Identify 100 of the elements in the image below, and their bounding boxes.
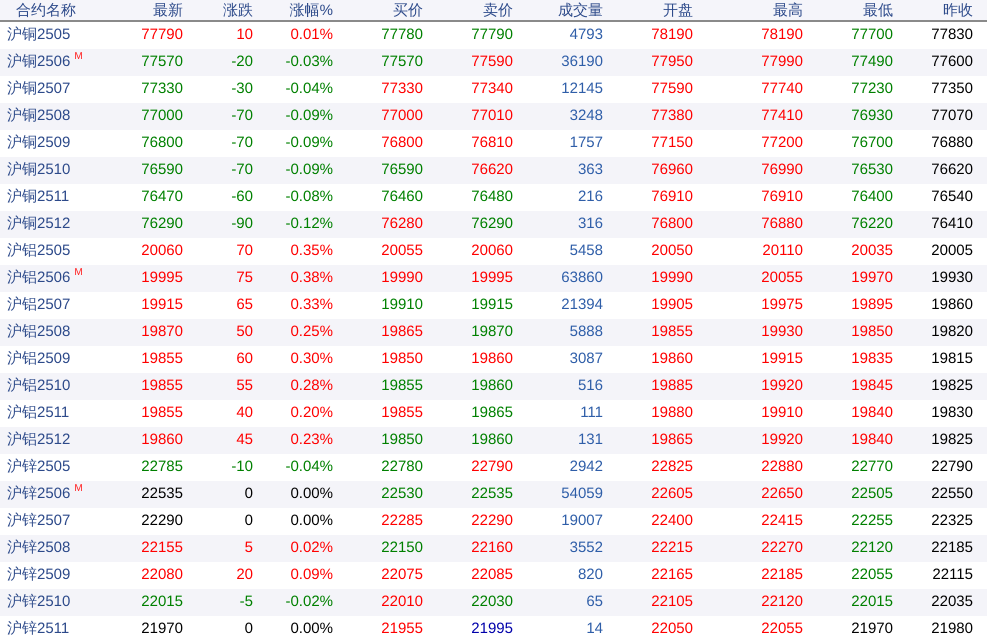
table-cell: 316 xyxy=(578,215,603,232)
contract-name: 沪铜2508 xyxy=(7,106,70,126)
table-cell: 19865 xyxy=(651,431,693,448)
table-cell: 20 xyxy=(236,566,253,584)
table-cell: 19855 xyxy=(381,404,423,422)
table-cell: 77340 xyxy=(471,80,513,98)
table-cell: 76410 xyxy=(931,215,973,232)
table-cell: 22010 xyxy=(381,593,423,610)
table-cell: 50 xyxy=(236,323,253,340)
column-header[interactable]: 最新 xyxy=(110,0,185,22)
table-cell: 22290 xyxy=(471,512,513,530)
table-cell: 21394 xyxy=(561,296,603,314)
table-cell: 0.38% xyxy=(290,269,333,286)
table-cell: 19835 xyxy=(851,350,893,368)
table-cell: 19815 xyxy=(931,350,973,368)
table-cell: 70 xyxy=(236,242,253,260)
table-cell: 77570 xyxy=(381,53,423,70)
table-cell: -0.04% xyxy=(285,458,333,476)
column-header[interactable]: 合约名称 xyxy=(0,0,110,22)
table-cell: 10 xyxy=(236,26,253,44)
table-cell: -10 xyxy=(231,458,253,476)
table-cell: 22270 xyxy=(761,539,803,556)
table-cell: 76620 xyxy=(471,161,513,178)
table-cell: 20035 xyxy=(851,242,893,260)
table-cell: 65 xyxy=(236,296,253,314)
table-cell: 19850 xyxy=(381,431,423,448)
table-cell: 63860 xyxy=(561,269,603,286)
table-cell: 76530 xyxy=(851,161,893,178)
column-header[interactable]: 成交量 xyxy=(515,0,605,22)
table-cell: 21980 xyxy=(931,620,973,638)
table-cell: 22105 xyxy=(651,593,693,610)
table-cell: 19855 xyxy=(141,377,183,394)
table-cell: 19850 xyxy=(381,350,423,368)
table-cell: 5888 xyxy=(570,323,603,340)
column-header[interactable]: 开盘 xyxy=(605,0,695,22)
table-cell: 77150 xyxy=(651,134,693,152)
table-cell: 0.09% xyxy=(290,566,333,584)
table-cell: 19830 xyxy=(931,404,973,422)
table-cell: 22160 xyxy=(471,539,513,556)
table-cell: 516 xyxy=(578,377,603,394)
table-cell: 22015 xyxy=(141,593,183,610)
table-cell: 78190 xyxy=(761,26,803,44)
table-cell: 22075 xyxy=(381,566,423,584)
table-cell: 76480 xyxy=(471,188,513,206)
table-cell: 77200 xyxy=(761,134,803,152)
column-header[interactable]: 最高 xyxy=(695,0,805,22)
table-cell: 19910 xyxy=(381,296,423,314)
table-cell: 77350 xyxy=(931,80,973,98)
table-cell: 19825 xyxy=(931,431,973,448)
table-cell: 19855 xyxy=(141,404,183,422)
table-cell: -70 xyxy=(231,107,253,124)
contract-name: 沪铝2505 xyxy=(7,241,70,262)
table-cell: 3552 xyxy=(570,539,603,556)
table-cell: 76280 xyxy=(381,215,423,232)
table-cell: -0.09% xyxy=(285,161,333,178)
table-cell: 77380 xyxy=(651,107,693,124)
table-cell: 76290 xyxy=(471,215,513,232)
table-cell: 19860 xyxy=(471,431,513,448)
table-cell: 0.20% xyxy=(290,404,333,422)
column-header[interactable]: 卖价 xyxy=(425,0,515,22)
table-cell: 131 xyxy=(578,431,603,448)
table-cell: 22150 xyxy=(381,539,423,556)
column-header[interactable]: 涨幅% xyxy=(255,0,335,22)
table-cell: 19920 xyxy=(761,431,803,448)
contract-name: 沪锌2506 xyxy=(7,484,70,504)
table-cell: 0 xyxy=(244,512,253,530)
table-cell: 76290 xyxy=(141,215,183,232)
table-cell: 3248 xyxy=(570,107,603,124)
table-cell: 3087 xyxy=(570,350,603,368)
column-header[interactable]: 最低 xyxy=(805,0,895,22)
table-cell: 19930 xyxy=(761,323,803,340)
column-header[interactable]: 买价 xyxy=(335,0,425,22)
table-cell: 19825 xyxy=(931,377,973,394)
table-cell: 78190 xyxy=(651,26,693,44)
table-cell: 54059 xyxy=(561,485,603,502)
main-contract-marker: M xyxy=(74,266,83,280)
table-cell: -0.09% xyxy=(285,134,333,152)
table-cell: 77830 xyxy=(931,26,973,44)
table-cell: 77000 xyxy=(141,107,183,124)
contract-name: 沪铜2506 xyxy=(7,52,70,72)
table-cell: 5 xyxy=(244,539,253,556)
table-cell: 19915 xyxy=(141,296,183,314)
table-cell: 19860 xyxy=(471,377,513,394)
table-cell: -0.08% xyxy=(285,188,333,206)
table-cell: 19840 xyxy=(851,431,893,448)
contract-name: 沪铜2511 xyxy=(7,187,70,208)
table-cell: 76880 xyxy=(761,215,803,232)
column-header[interactable]: 昨收 xyxy=(895,0,987,22)
table-cell: 60 xyxy=(236,350,253,368)
table-cell: 76400 xyxy=(851,188,893,206)
table-cell: 14 xyxy=(586,620,603,638)
table-cell: 22285 xyxy=(381,512,423,530)
table-cell: 22185 xyxy=(761,566,803,584)
table-cell: 0 xyxy=(244,485,253,502)
table-cell: 76590 xyxy=(141,161,183,178)
column-header[interactable]: 涨跌 xyxy=(185,0,255,22)
table-cell: 65 xyxy=(586,593,603,610)
table-cell: 19905 xyxy=(651,296,693,314)
table-cell: 22790 xyxy=(471,458,513,476)
table-cell: 36190 xyxy=(561,53,603,70)
